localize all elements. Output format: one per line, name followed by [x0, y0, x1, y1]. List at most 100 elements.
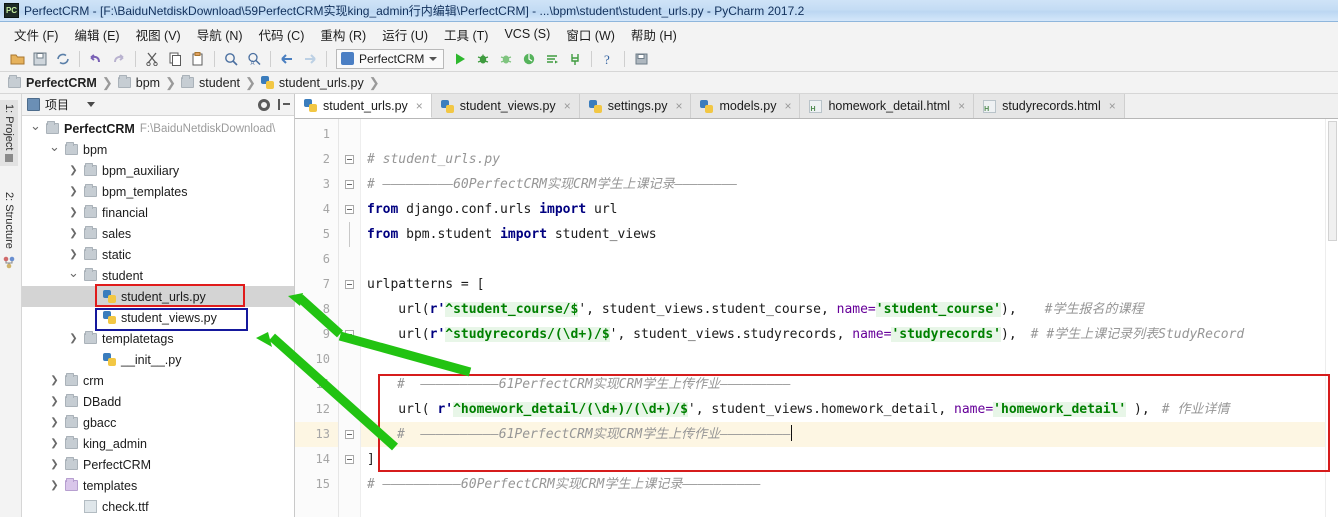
forward-icon[interactable] [299, 49, 321, 69]
editor-tab-homework-detail-html[interactable]: homework_detail.html × [800, 94, 975, 118]
fold-marker[interactable] [339, 197, 360, 222]
editor-vertical-scrollbar[interactable] [1325, 119, 1338, 517]
tree-item--init-py[interactable]: __init__.py [22, 349, 294, 370]
sidebar-item-structure[interactable]: 2: Structure [0, 188, 18, 274]
coverage-icon[interactable] [495, 49, 517, 69]
tree-item-crm[interactable]: crm [22, 370, 294, 391]
chevron-down-icon[interactable] [49, 142, 60, 158]
code-folding-gutter[interactable] [339, 119, 361, 517]
tree-item-student-urls-py[interactable]: student_urls.py [22, 286, 294, 307]
close-icon[interactable]: × [416, 99, 423, 113]
chevron-right-icon[interactable] [49, 396, 60, 407]
sidebar-item-project[interactable]: 1: Project [0, 100, 18, 167]
chevron-right-icon[interactable] [68, 207, 79, 218]
chevron-right-icon[interactable] [68, 186, 79, 197]
chevron-right-icon[interactable] [49, 375, 60, 386]
save-all-icon[interactable] [29, 49, 51, 69]
chevron-right-icon[interactable] [49, 417, 60, 428]
tree-item-check-ttf[interactable]: check.ttf [22, 496, 294, 517]
scrollbar-thumb[interactable] [1328, 121, 1337, 241]
tree-item-bpm-auxiliary[interactable]: bpm_auxiliary [22, 160, 294, 181]
close-icon[interactable]: × [1109, 99, 1116, 113]
menu-item-refactor[interactable]: 重构 (R) [312, 23, 374, 46]
menu-item-edit[interactable]: 编辑 (E) [66, 23, 127, 46]
chevron-right-icon[interactable] [68, 333, 79, 344]
editor-tab-settings-py[interactable]: settings.py × [579, 94, 692, 118]
menu-item-file[interactable]: 文件 (F) [6, 23, 66, 46]
fold-marker[interactable] [339, 172, 360, 197]
menu-item-tools[interactable]: 工具 (T) [436, 23, 496, 46]
chevron-right-icon[interactable] [68, 165, 79, 176]
close-icon[interactable]: × [784, 99, 791, 113]
chevron-right-icon[interactable] [68, 249, 79, 260]
editor-tab-studyrecords-html[interactable]: studyrecords.html × [974, 94, 1125, 118]
menu-item-run[interactable]: 运行 (U) [374, 23, 436, 46]
chevron-right-icon[interactable] [68, 228, 79, 239]
tree-item-perfectcrm[interactable]: PerfectCRM [22, 454, 294, 475]
editor-tab-models-py[interactable]: models.py × [691, 94, 801, 118]
code-content[interactable]: # student_urls.py # —————————60PerfectCR… [361, 119, 1338, 517]
collapse-all-icon[interactable] [278, 99, 290, 110]
close-icon[interactable]: × [958, 99, 965, 113]
chevron-down-icon[interactable] [68, 268, 79, 284]
run-with-console-icon[interactable] [541, 49, 563, 69]
project-tree[interactable]: PerfectCRM F:\BaiduNetdiskDownload\ bpm bpm… [22, 116, 294, 517]
tree-item-bpm[interactable]: bpm [22, 139, 294, 160]
tree-item-king-admin[interactable]: king_admin [22, 433, 294, 454]
tree-item-bpm-templates[interactable]: bpm_templates [22, 181, 294, 202]
paste-icon[interactable] [187, 49, 209, 69]
cut-icon[interactable] [141, 49, 163, 69]
tree-item-financial[interactable]: financial [22, 202, 294, 223]
tree-item-student[interactable]: student [22, 265, 294, 286]
tree-item-perfectcrm[interactable]: PerfectCRM F:\BaiduNetdiskDownload\ [22, 118, 294, 139]
menu-item-view[interactable]: 视图 (V) [128, 23, 189, 46]
menu-item-navigate[interactable]: 导航 (N) [189, 23, 251, 46]
gear-icon[interactable] [258, 98, 270, 111]
editor-tab-student-urls-py[interactable]: student_urls.py × [295, 94, 432, 118]
fold-marker[interactable] [339, 322, 360, 347]
profile-icon[interactable] [518, 49, 540, 69]
menu-item-window[interactable]: 窗口 (W) [558, 23, 623, 46]
settings-icon[interactable] [630, 49, 652, 69]
fold-marker[interactable] [339, 147, 360, 172]
tree-item-static[interactable]: static [22, 244, 294, 265]
fold-marker[interactable] [339, 422, 360, 447]
fold-marker[interactable] [339, 272, 360, 297]
chevron-right-icon[interactable] [49, 438, 60, 449]
menu-item-vcs[interactable]: VCS (S) [496, 25, 558, 43]
run-configuration-selector[interactable]: PerfectCRM [336, 48, 445, 69]
editor-tab-student-views-py[interactable]: student_views.py × [431, 94, 580, 118]
run-icon[interactable] [449, 49, 471, 69]
find-icon[interactable] [220, 49, 242, 69]
chevron-down-icon[interactable] [87, 102, 96, 107]
close-icon[interactable]: × [564, 99, 571, 113]
undo-icon[interactable] [85, 49, 107, 69]
help-icon[interactable]: ? [597, 49, 619, 69]
sync-icon[interactable] [52, 49, 74, 69]
menu-item-code[interactable]: 代码 (C) [251, 23, 313, 46]
tree-item-gbacc[interactable]: gbacc [22, 412, 294, 433]
close-icon[interactable]: × [675, 99, 682, 113]
chevron-right-icon[interactable] [49, 480, 60, 491]
tree-item-student-views-py[interactable]: student_views.py [22, 307, 294, 328]
find-replace-icon[interactable]: A [243, 49, 265, 69]
tree-item-templates[interactable]: templates [22, 475, 294, 496]
breadcrumb-item-student-urls[interactable]: student_urls.py [260, 76, 368, 90]
chevron-down-icon[interactable] [30, 121, 41, 137]
fold-marker[interactable] [339, 447, 360, 472]
menu-item-help[interactable]: 帮助 (H) [623, 23, 685, 46]
chevron-right-icon[interactable] [49, 459, 60, 470]
breadcrumb-item-perfectcrm[interactable]: PerfectCRM [8, 75, 101, 90]
tree-item-templatetags[interactable]: templatetags [22, 328, 294, 349]
redo-icon[interactable] [108, 49, 130, 69]
open-folder-icon[interactable] [6, 49, 28, 69]
copy-icon[interactable] [164, 49, 186, 69]
debug-icon[interactable] [472, 49, 494, 69]
code-editor[interactable]: 1 2 3 4 5 6 7 8 9 10 11 12 13 14 15 # st… [295, 119, 1338, 517]
breadcrumb-item-bpm[interactable]: bpm [117, 75, 164, 90]
back-icon[interactable] [276, 49, 298, 69]
tree-item-dbadd[interactable]: DBadd [22, 391, 294, 412]
tree-item-sales[interactable]: sales [22, 223, 294, 244]
attach-icon[interactable] [564, 49, 586, 69]
breadcrumb-item-student[interactable]: student [181, 75, 244, 90]
